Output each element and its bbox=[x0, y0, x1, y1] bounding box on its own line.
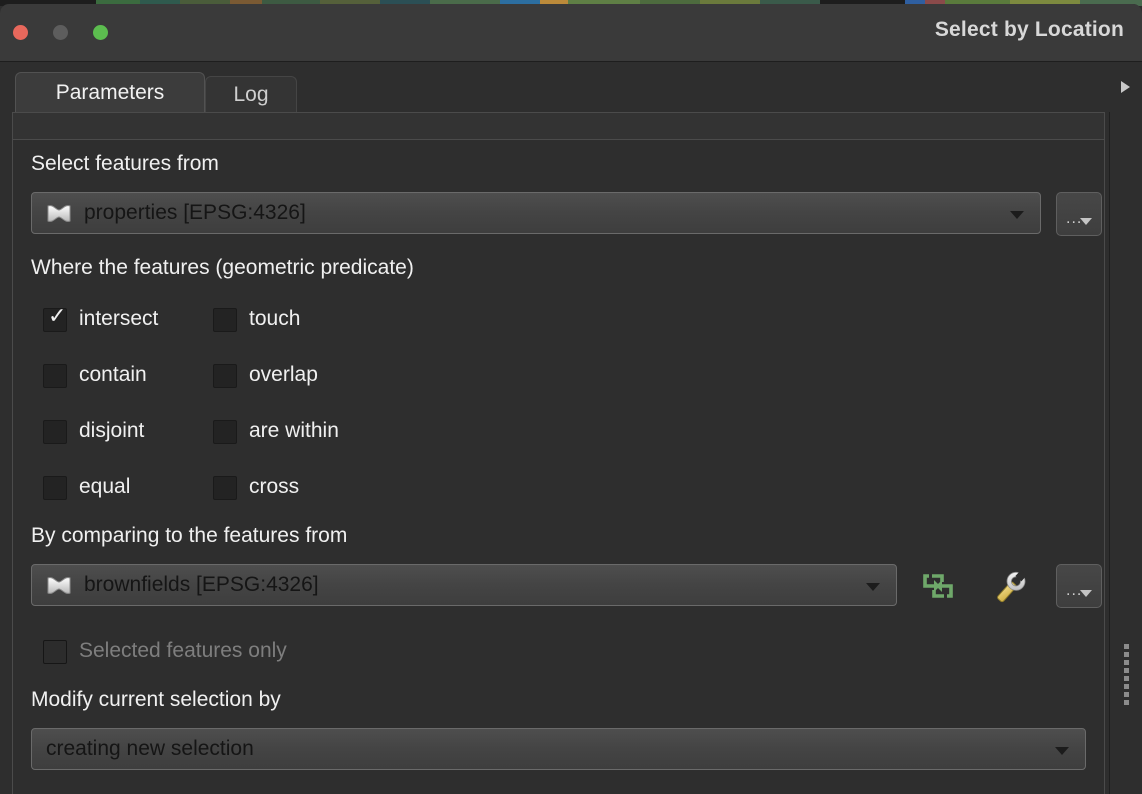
select-features-from-value: properties [EPSG:4326] bbox=[84, 201, 306, 224]
polygon-layer-icon bbox=[47, 577, 71, 594]
checkbox-touch[interactable] bbox=[213, 308, 237, 332]
checkbox-disjoint[interactable] bbox=[43, 420, 67, 444]
select-features-from-advanced-button[interactable]: ... bbox=[1056, 192, 1102, 236]
checkbox-selected-features-only bbox=[43, 640, 67, 664]
window-titlebar: Select by Location bbox=[0, 4, 1142, 62]
selected-features-only-label: Selected features only bbox=[79, 639, 287, 662]
tab-parameters[interactable]: Parameters bbox=[15, 72, 205, 114]
chevron-right-icon[interactable] bbox=[1121, 81, 1130, 93]
modify-selection-combo[interactable]: creating new selection bbox=[31, 728, 1086, 770]
compare-to-label: By comparing to the features from bbox=[31, 524, 348, 547]
checkbox-cross[interactable] bbox=[213, 476, 237, 500]
predicate-equal-label: equal bbox=[79, 475, 131, 498]
window-title: Select by Location bbox=[934, 18, 1124, 41]
maximize-button[interactable] bbox=[93, 25, 108, 40]
predicate-intersect-label: intersect bbox=[79, 307, 159, 330]
panel-splitter[interactable] bbox=[1109, 112, 1110, 794]
chevron-down-icon[interactable] bbox=[1010, 211, 1024, 219]
geometric-predicate-label: Where the features (geometric predicate) bbox=[31, 256, 414, 279]
compare-to-value: brownfields [EPSG:4326] bbox=[84, 573, 319, 596]
modify-selection-value: creating new selection bbox=[46, 737, 254, 760]
parameters-panel: Select features from properties [EPSG:43… bbox=[12, 112, 1105, 794]
modify-selection-label: Modify current selection by bbox=[31, 688, 281, 711]
check-glyph: ✓ bbox=[48, 303, 67, 328]
chevron-down-icon[interactable] bbox=[866, 583, 880, 591]
chevron-down-icon bbox=[1080, 218, 1092, 225]
select-features-from-combo[interactable]: properties [EPSG:4326] bbox=[31, 192, 1041, 234]
checkbox-are-within[interactable] bbox=[213, 420, 237, 444]
chevron-down-icon[interactable] bbox=[1055, 747, 1069, 755]
close-button[interactable] bbox=[13, 25, 28, 40]
wrench-icon[interactable] bbox=[986, 564, 1030, 608]
checkbox-contain[interactable] bbox=[43, 364, 67, 388]
minimize-button[interactable] bbox=[53, 25, 68, 40]
select-by-location-dialog: Select by Location Parameters Log Select… bbox=[0, 4, 1142, 794]
compare-to-combo[interactable]: brownfields [EPSG:4326] bbox=[31, 564, 897, 606]
predicate-overlap-label: overlap bbox=[249, 363, 318, 386]
checkbox-intersect[interactable]: ✓ bbox=[43, 304, 67, 332]
predicate-are-within-label: are within bbox=[249, 419, 339, 442]
tab-log[interactable]: Log bbox=[205, 76, 297, 114]
checkbox-equal[interactable] bbox=[43, 476, 67, 500]
polygon-layer-icon bbox=[47, 205, 71, 222]
tab-bar: Parameters Log bbox=[0, 62, 1142, 114]
iterate-loop-icon[interactable] bbox=[916, 564, 960, 608]
select-features-from-label: Select features from bbox=[31, 152, 219, 175]
predicate-disjoint-label: disjoint bbox=[79, 419, 145, 442]
drag-handle-icon[interactable] bbox=[1124, 644, 1130, 705]
parameters-scroll-area: Select features from properties [EPSG:43… bbox=[13, 139, 1104, 794]
predicate-touch-label: touch bbox=[249, 307, 301, 330]
checkbox-overlap[interactable] bbox=[213, 364, 237, 388]
chevron-down-icon bbox=[1080, 590, 1092, 597]
predicate-cross-label: cross bbox=[249, 475, 300, 498]
predicate-contain-label: contain bbox=[79, 363, 147, 386]
compare-to-advanced-button[interactable]: ... bbox=[1056, 564, 1102, 608]
